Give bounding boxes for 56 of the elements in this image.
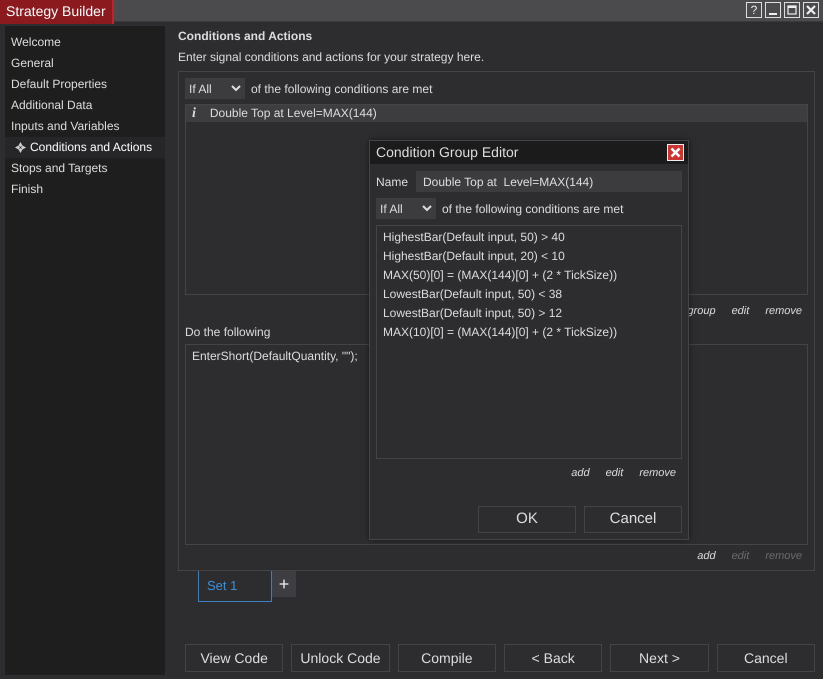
match-description: of the following conditions are met <box>442 200 624 218</box>
dialog-button[interactable]: OK <box>478 506 576 533</box>
selection-marker-icon <box>15 142 26 153</box>
action-link[interactable]: edit <box>726 302 756 320</box>
condition-row[interactable]: HighestBar(Default input, 50) > 40 <box>377 228 681 247</box>
sidebar-item[interactable]: Inputs and Variables <box>5 116 165 137</box>
actions-label: Do the following <box>185 325 270 340</box>
action-link: edit <box>726 548 756 564</box>
action-link[interactable]: remove <box>759 302 808 320</box>
close-icon <box>806 5 816 15</box>
maximize-icon <box>787 5 797 15</box>
action-link[interactable]: remove <box>633 465 682 482</box>
match-description: of the following conditions are met <box>251 80 432 98</box>
minimize-icon <box>769 12 777 14</box>
section-title: Conditions and Actions <box>178 28 314 44</box>
condition-row[interactable]: LowestBar(Default input, 50) < 38 <box>377 285 681 304</box>
close-icon <box>670 147 681 158</box>
help-button[interactable]: ? <box>746 2 762 18</box>
match-mode-dropdown[interactable]: If All <box>376 198 436 219</box>
footer-button[interactable]: Unlock Code <box>291 644 390 672</box>
sidebar-item[interactable]: Stops and Targets <box>5 158 165 179</box>
condition-row[interactable]: i Double Top at Level=MAX(144) <box>186 105 807 122</box>
info-icon: i <box>192 106 196 121</box>
dialog-title: Condition Group Editor <box>376 143 518 162</box>
maximize-button[interactable] <box>784 2 800 18</box>
close-button[interactable] <box>667 144 684 161</box>
name-field[interactable]: Double Top at Level=MAX(144) <box>416 171 682 192</box>
footer-button[interactable]: Compile <box>398 644 496 672</box>
condition-row[interactable]: HighestBar(Default input, 20) < 10 <box>377 247 681 266</box>
chevron-down-icon <box>422 205 432 212</box>
sidebar-item[interactable]: Default Properties <box>5 74 165 95</box>
minimize-button[interactable] <box>765 2 781 18</box>
action-link[interactable]: edit <box>600 465 630 482</box>
sidebar-item[interactable]: Finish <box>5 179 165 200</box>
footer-button[interactable]: View Code <box>185 644 284 672</box>
footer-button[interactable]: < Back <box>504 644 602 672</box>
close-button[interactable] <box>803 2 819 18</box>
action-link[interactable]: add <box>565 465 596 482</box>
action-link[interactable]: add <box>691 548 722 564</box>
section-description: Enter signal conditions and actions for your strategy here. <box>178 50 486 65</box>
match-mode-dropdown[interactable]: If All <box>185 78 245 99</box>
chevron-down-icon <box>231 85 241 92</box>
dialog-button[interactable]: Cancel <box>584 506 682 533</box>
sidebar-item[interactable]: General <box>5 53 165 74</box>
footer-button[interactable]: Next > <box>610 644 709 672</box>
action-link: remove <box>759 548 808 564</box>
condition-row[interactable]: MAX(50)[0] = (MAX(144)[0] + (2 * TickSize)) <box>377 266 681 285</box>
condition-row[interactable]: LowestBar(Default input, 50) > 12 <box>377 304 681 323</box>
name-label: Name <box>376 174 408 190</box>
sidebar-item[interactable]: Welcome <box>5 32 165 53</box>
sidebar-item[interactable]: Additional Data <box>5 95 165 116</box>
sidebar-item[interactable]: Conditions and Actions <box>5 137 165 158</box>
add-set-button[interactable]: + <box>272 571 296 597</box>
footer-button[interactable]: Cancel <box>716 644 815 672</box>
window-title: Strategy Builder <box>0 0 114 24</box>
condition-row[interactable]: MAX(10)[0] = (MAX(144)[0] + (2 * TickSize)) <box>377 323 681 342</box>
